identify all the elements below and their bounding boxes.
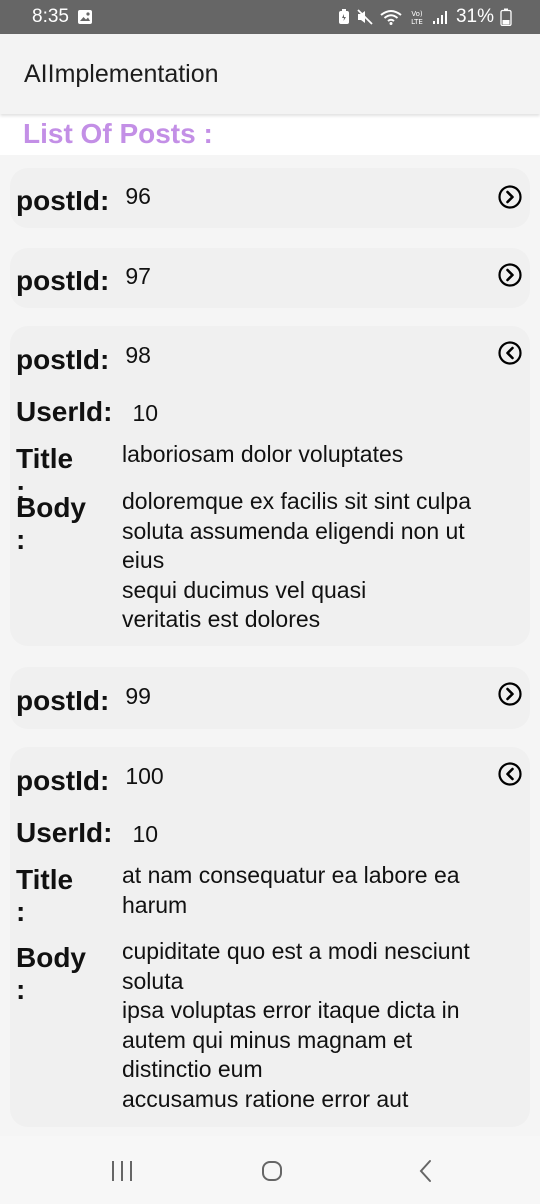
status-time: 8:35 [32, 6, 69, 27]
post-id-label: postId: [16, 685, 110, 716]
user-id-label: UserId: [16, 817, 113, 848]
gallery-icon [77, 9, 93, 25]
post-id-value: 99 [125, 683, 151, 709]
body-value: doloremque ex facilis sit sint culpa sol… [122, 488, 471, 632]
list-title: List Of Posts : [23, 118, 213, 149]
volte-icon: Vo) LTE [408, 8, 426, 26]
post-id-label: postId: [16, 765, 110, 796]
title-label: Title : [16, 864, 74, 927]
app-title: AIImplementation [24, 59, 219, 88]
svg-text:LTE: LTE [411, 18, 423, 26]
navigation-bar [0, 1136, 540, 1204]
post-card[interactable]: postId: 96 [10, 168, 530, 228]
home-button[interactable] [258, 1158, 286, 1184]
back-button[interactable] [412, 1158, 440, 1184]
user-id-value: 10 [132, 821, 159, 847]
post-card[interactable]: postId: 97 [10, 248, 530, 308]
signal-icon [432, 9, 450, 25]
expand-button[interactable] [497, 262, 523, 288]
expand-button[interactable] [497, 681, 523, 707]
svg-text:Vo): Vo) [411, 10, 423, 18]
chevron-right-circle-icon [498, 263, 522, 287]
battery-percent: 31% [455, 6, 494, 27]
wifi-icon [380, 9, 402, 25]
back-icon [419, 1160, 431, 1182]
status-bar: 8:35 Vo) LTE 31% [0, 0, 540, 34]
post-id-label: postId: [16, 185, 110, 216]
post-id-value: 96 [125, 183, 151, 209]
chevron-right-circle-icon [498, 185, 522, 209]
recents-icon [112, 1161, 132, 1181]
chevron-right-circle-icon [498, 682, 522, 706]
user-id-label: UserId: [16, 396, 113, 427]
post-id-value: 97 [125, 263, 151, 289]
user-id-value: 10 [132, 400, 159, 426]
body-value: cupiditate quo est a modi nesciunt solut… [122, 938, 470, 1112]
collapse-button[interactable] [497, 340, 523, 366]
title-value: laboriosam dolor voluptates [122, 441, 404, 467]
chevron-left-circle-icon [498, 341, 522, 365]
battery-icon [500, 8, 512, 26]
recents-button[interactable] [108, 1158, 136, 1184]
posts-list[interactable]: postId: 96 postId: 97 postId: 98 UserId:… [0, 155, 540, 1136]
post-id-label: postId: [16, 344, 110, 375]
post-id-value: 98 [125, 342, 151, 368]
battery-saver-icon [338, 9, 350, 25]
home-icon [262, 1161, 282, 1181]
body-label: Body : [16, 492, 86, 555]
post-id-label: postId: [16, 265, 110, 296]
post-card[interactable]: postId: 99 [10, 667, 530, 729]
post-id-value: 100 [125, 763, 164, 789]
post-card-expanded[interactable]: postId: 100 UserId: 10 Title : at nam co… [10, 747, 530, 1127]
body-label: Body : [16, 942, 86, 1005]
mute-icon [356, 9, 374, 25]
collapse-button[interactable] [497, 761, 523, 787]
post-card-expanded[interactable]: postId: 98 UserId: 10 Title : laboriosam… [10, 326, 530, 646]
title-value: at nam consequatur ea labore ea harum [122, 862, 460, 918]
expand-button[interactable] [497, 184, 523, 210]
chevron-left-circle-icon [498, 762, 522, 786]
app-bar: AIImplementation [0, 34, 540, 114]
